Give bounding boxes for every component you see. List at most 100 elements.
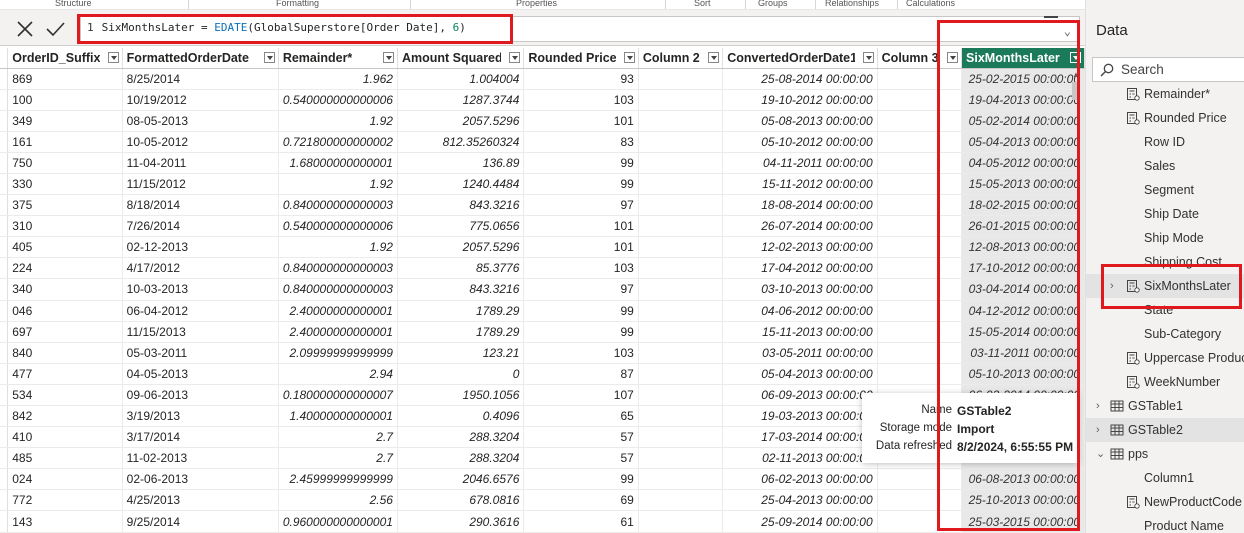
table-row[interactable]: 405 02-12-2013 1.92 2057.5296 101 12-02-2013 … xyxy=(0,236,1085,259)
table-cell[interactable]: 375 xyxy=(7,194,123,217)
table-cell[interactable]: 143 xyxy=(7,510,123,533)
table-cell[interactable]: 17-10-2012 00:00:00 xyxy=(961,257,1085,280)
table-cell[interactable] xyxy=(638,215,724,238)
table-cell[interactable]: 87 xyxy=(523,363,639,385)
table-cell[interactable]: 1240.4484 xyxy=(397,173,525,196)
table-cell[interactable] xyxy=(877,194,963,217)
table-cell[interactable]: 310 xyxy=(7,215,123,238)
field-item[interactable]: Ship Mode xyxy=(1086,226,1244,250)
table-row[interactable]: 375 8/18/2014 0.840000000000003 843.3216 97 1… xyxy=(0,194,1085,217)
table-cell[interactable]: 101 xyxy=(523,215,639,238)
table-cell[interactable]: 99 xyxy=(523,173,639,196)
table-row[interactable]: 161 10-05-2012 0.721800000000002 812.352603… xyxy=(0,131,1085,153)
table-cell[interactable] xyxy=(877,363,963,385)
row-selector[interactable] xyxy=(0,342,9,364)
table-cell[interactable]: 05-02-2014 00:00:00 xyxy=(961,110,1085,132)
table-cell[interactable]: 485 xyxy=(7,447,123,470)
column-header[interactable]: SixMonthsLater xyxy=(961,48,1085,69)
field-item[interactable]: › SixMonthsLater xyxy=(1086,274,1244,298)
table-cell[interactable]: 03-04-2014 00:00:00 xyxy=(961,278,1085,301)
table-cell[interactable]: 2.7 xyxy=(278,447,398,470)
row-selector[interactable] xyxy=(0,468,9,491)
field-item[interactable]: Sales xyxy=(1086,154,1244,178)
table-cell[interactable]: 0.840000000000003 xyxy=(278,278,398,301)
table-row[interactable]: 224 4/17/2012 0.840000000000003 85.3776 103 1… xyxy=(0,257,1085,280)
table-cell[interactable]: 25-08-2014 00:00:00 xyxy=(722,68,878,90)
table-cell[interactable]: 06-08-2013 00:00:00 xyxy=(961,468,1085,491)
table-cell[interactable]: 15-11-2012 00:00:00 xyxy=(722,173,878,196)
table-cell[interactable]: 03-11-2011 00:00:00 xyxy=(961,342,1085,364)
table-cell[interactable] xyxy=(877,68,963,90)
table-cell[interactable]: 25-10-2013 00:00:00 xyxy=(961,489,1085,512)
table-row[interactable]: 840 05-03-2011 2.09999999999999 123.21 103 03… xyxy=(0,342,1085,364)
table-cell[interactable]: 04-06-2012 00:00:00 xyxy=(722,300,878,322)
vertical-scrollbar[interactable] xyxy=(1072,82,1080,100)
table-row[interactable]: 772 4/25/2013 2.56 678.0816 69 25-04-2013 00:… xyxy=(0,489,1085,512)
table-row[interactable]: 750 11-04-2011 1.68000000000001 136.89 99 04-… xyxy=(0,152,1085,174)
table-cell[interactable]: 25-03-2015 00:00:00 xyxy=(961,510,1085,533)
table-cell[interactable]: 2046.6576 xyxy=(397,468,525,491)
table-cell[interactable]: 1.92 xyxy=(278,236,398,259)
table-cell[interactable]: 288.3204 xyxy=(397,447,525,470)
table-cell[interactable]: 99 xyxy=(523,300,639,322)
table-cell[interactable]: 57 xyxy=(523,426,639,449)
filter-dropdown-icon[interactable] xyxy=(509,52,521,63)
dax-formula-input[interactable]: 1 SixMonthsLater = EDATE(GlobalSuperstore… xyxy=(80,16,1080,42)
table-cell[interactable] xyxy=(638,426,724,449)
table-cell[interactable] xyxy=(877,131,963,153)
table-cell[interactable]: 843.3216 xyxy=(397,194,525,217)
table-cell[interactable] xyxy=(638,152,724,174)
table-cell[interactable]: 05-10-2012 00:00:00 xyxy=(722,131,878,153)
field-item[interactable]: Ship Date xyxy=(1086,202,1244,226)
table-cell[interactable] xyxy=(638,236,724,259)
chevron-down-icon[interactable]: ⌄ xyxy=(1064,20,1071,42)
field-item[interactable]: Row ID xyxy=(1086,130,1244,154)
check-icon[interactable] xyxy=(44,18,66,40)
table-cell[interactable]: 0.4096 xyxy=(397,405,525,428)
table-cell[interactable] xyxy=(638,89,724,111)
table-cell[interactable]: 69 xyxy=(523,489,639,512)
table-cell[interactable]: 843.3216 xyxy=(397,278,525,301)
column-header[interactable]: Column 2 xyxy=(638,48,724,69)
table-row[interactable]: 143 9/25/2014 0.960000000000001 290.3616 61 2… xyxy=(0,510,1085,533)
table-cell[interactable]: 1.68000000000001 xyxy=(278,152,398,174)
table-cell[interactable]: 06-02-2013 00:00:00 xyxy=(722,468,878,491)
table-cell[interactable]: 2.94 xyxy=(278,363,398,385)
table-cell[interactable]: 2.40000000000001 xyxy=(278,300,398,322)
row-selector[interactable] xyxy=(0,384,9,407)
table-cell[interactable]: 02-12-2013 xyxy=(122,236,279,259)
table-cell[interactable]: 0.960000000000001 xyxy=(278,510,398,533)
table-cell[interactable]: 97 xyxy=(523,278,639,301)
table-cell[interactable]: 678.0816 xyxy=(397,489,525,512)
filter-dropdown-icon[interactable] xyxy=(263,52,275,63)
row-selector[interactable] xyxy=(0,257,9,280)
row-selector[interactable] xyxy=(0,510,9,533)
table-cell[interactable] xyxy=(638,447,724,470)
table-cell[interactable]: 136.89 xyxy=(397,152,525,174)
table-cell[interactable]: 772 xyxy=(7,489,123,512)
table-cell[interactable]: 288.3204 xyxy=(397,426,525,449)
table-cell[interactable] xyxy=(638,489,724,512)
table-cell[interactable]: 04-05-2012 00:00:00 xyxy=(961,152,1085,174)
table-cell[interactable]: 101 xyxy=(523,110,639,132)
table-cell[interactable] xyxy=(877,257,963,280)
table-cell[interactable]: 03-05-2011 00:00:00 xyxy=(722,342,878,364)
table-cell[interactable]: 25-09-2014 00:00:00 xyxy=(722,510,878,533)
table-cell[interactable]: 1789.29 xyxy=(397,300,525,322)
table-cell[interactable]: 224 xyxy=(7,257,123,280)
table-cell[interactable] xyxy=(877,278,963,301)
row-selector[interactable] xyxy=(0,363,9,385)
chevron-right-icon[interactable]: › xyxy=(1096,394,1100,418)
filter-dropdown-icon[interactable] xyxy=(862,52,874,63)
table-cell[interactable]: 26-07-2014 00:00:00 xyxy=(722,215,878,238)
table-cell[interactable] xyxy=(638,278,724,301)
table-cell[interactable] xyxy=(877,110,963,132)
table-cell[interactable]: 0.721800000000002 xyxy=(278,131,398,153)
table-cell[interactable] xyxy=(638,173,724,196)
field-item[interactable]: State xyxy=(1086,298,1244,322)
table-cell[interactable]: 12-08-2013 00:00:00 xyxy=(961,236,1085,259)
table-cell[interactable] xyxy=(638,405,724,428)
row-selector[interactable] xyxy=(0,321,9,343)
table-cell[interactable]: 046 xyxy=(7,300,123,322)
table-cell[interactable]: 0 xyxy=(397,363,525,385)
